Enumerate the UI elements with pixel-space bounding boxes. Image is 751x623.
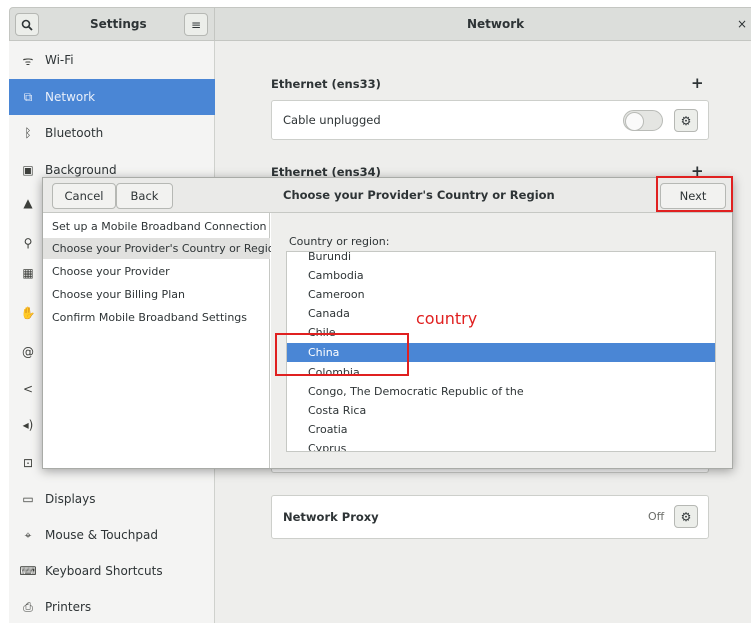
menu-button[interactable]: ≡ bbox=[184, 13, 208, 36]
country-item[interactable]: Canada bbox=[287, 304, 715, 323]
ethernet1-settings-button[interactable]: ⚙ bbox=[674, 109, 698, 132]
mobile-broadband-dialog: Cancel Back Choose your Provider's Count… bbox=[42, 177, 733, 469]
sidebar-item-label: Background bbox=[45, 163, 117, 177]
applications-icon: ▦ bbox=[22, 266, 34, 280]
hamburger-menu-icon: ≡ bbox=[190, 17, 202, 32]
sidebar-item-label: Network bbox=[45, 90, 96, 104]
sidebar-item-mouse-touchpad[interactable]: ⌖ Mouse & Touchpad bbox=[9, 517, 215, 553]
country-item[interactable]: Costa Rica bbox=[287, 401, 715, 420]
country-highlight-box bbox=[275, 333, 409, 376]
ethernet1-title: Ethernet (ens33) bbox=[271, 77, 381, 91]
dialog-header: Cancel Back Choose your Provider's Count… bbox=[43, 178, 732, 213]
next-highlight-box bbox=[656, 176, 733, 212]
sidebar-item-displays[interactable]: ▭ Displays bbox=[9, 481, 215, 517]
sidebar-item-label: Displays bbox=[45, 492, 96, 506]
country-item[interactable]: Burundi bbox=[287, 252, 715, 266]
sidebar-item-printers[interactable]: ⎙ Printers bbox=[9, 589, 215, 623]
search-icon bbox=[21, 19, 33, 31]
background-icon: ▣ bbox=[22, 163, 34, 177]
sound-icon: ◂) bbox=[22, 418, 34, 432]
step-item: Set up a Mobile Broadband Connection bbox=[52, 220, 267, 233]
cancel-button[interactable]: Cancel bbox=[52, 183, 116, 209]
display-icon: ▭ bbox=[22, 492, 34, 506]
network-icon: ⧉ bbox=[23, 89, 33, 104]
online-accounts-icon: @ bbox=[22, 345, 34, 359]
bluetooth-icon: ᛒ bbox=[24, 126, 32, 140]
network-proxy-status: Off bbox=[648, 510, 665, 523]
close-button[interactable]: × bbox=[737, 8, 751, 41]
power-icon: ⊡ bbox=[22, 456, 34, 470]
network-proxy-label: Network Proxy bbox=[283, 510, 379, 524]
step-item: Choose your Billing Plan bbox=[52, 288, 185, 301]
notifications-icon: ▲ bbox=[23, 196, 33, 210]
mouse-icon: ⌖ bbox=[24, 527, 32, 542]
sidebar-header: Settings ≡ bbox=[9, 7, 215, 41]
ethernet1-status: Cable unplugged bbox=[283, 113, 381, 127]
panel-title: Network bbox=[467, 17, 525, 31]
ethernet1-toggle[interactable] bbox=[623, 110, 663, 131]
panel-header: Network × bbox=[215, 7, 751, 41]
step-item: Choose your Provider bbox=[52, 265, 170, 278]
assistant-steps: Set up a Mobile Broadband Connection Cho… bbox=[43, 213, 281, 468]
search-button[interactable] bbox=[15, 13, 39, 36]
step-item: Confirm Mobile Broadband Settings bbox=[52, 311, 248, 324]
add-ethernet1-button[interactable]: + bbox=[691, 74, 704, 92]
printer-icon: ⎙ bbox=[23, 599, 33, 614]
network-proxy-row[interactable]: Network Proxy Off ⚙ bbox=[271, 495, 709, 539]
settings-title: Settings bbox=[90, 17, 147, 31]
privacy-icon: ✋ bbox=[20, 306, 36, 320]
back-button[interactable]: Back bbox=[116, 183, 173, 209]
sidebar-item-label: Printers bbox=[45, 600, 92, 614]
country-item[interactable]: Congo, The Democratic Republic of the bbox=[287, 382, 715, 401]
search-icon: ⚲ bbox=[23, 236, 33, 250]
country-item[interactable]: Croatia bbox=[287, 420, 715, 439]
keyboard-icon: ⌨ bbox=[19, 564, 37, 578]
sidebar-item-label: Keyboard Shortcuts bbox=[45, 564, 163, 578]
ethernet1-row: Cable unplugged ⚙ bbox=[271, 100, 709, 140]
network-proxy-settings-button[interactable]: ⚙ bbox=[674, 505, 698, 528]
country-item[interactable]: Cyprus bbox=[287, 439, 715, 451]
country-annotation-label: country bbox=[416, 309, 478, 328]
sidebar-item-label: Wi-Fi bbox=[45, 53, 74, 67]
sidebar-item-label: Bluetooth bbox=[45, 126, 104, 140]
country-item[interactable]: Cambodia bbox=[287, 266, 715, 285]
sidebar-item-network[interactable]: ⧉ Network bbox=[9, 79, 215, 115]
country-region-label: Country or region: bbox=[289, 235, 390, 248]
gear-icon: ⚙ bbox=[680, 113, 692, 128]
gear-icon: ⚙ bbox=[680, 509, 692, 524]
sidebar-item-wifi[interactable]: ᯤ Wi-Fi bbox=[9, 42, 215, 78]
sidebar-item-bluetooth[interactable]: ᛒ Bluetooth bbox=[9, 115, 215, 151]
dialog-title: Choose your Provider's Country or Region bbox=[283, 188, 555, 202]
sidebar-item-keyboard-shortcuts[interactable]: ⌨ Keyboard Shortcuts bbox=[9, 553, 215, 589]
country-item[interactable]: Cameroon bbox=[287, 285, 715, 304]
sidebar-item-label: Mouse & Touchpad bbox=[45, 528, 158, 542]
step-item-current: Choose your Provider's Country or Region bbox=[43, 238, 281, 259]
wifi-icon: ᯤ bbox=[22, 53, 34, 68]
sharing-icon: < bbox=[22, 382, 34, 396]
